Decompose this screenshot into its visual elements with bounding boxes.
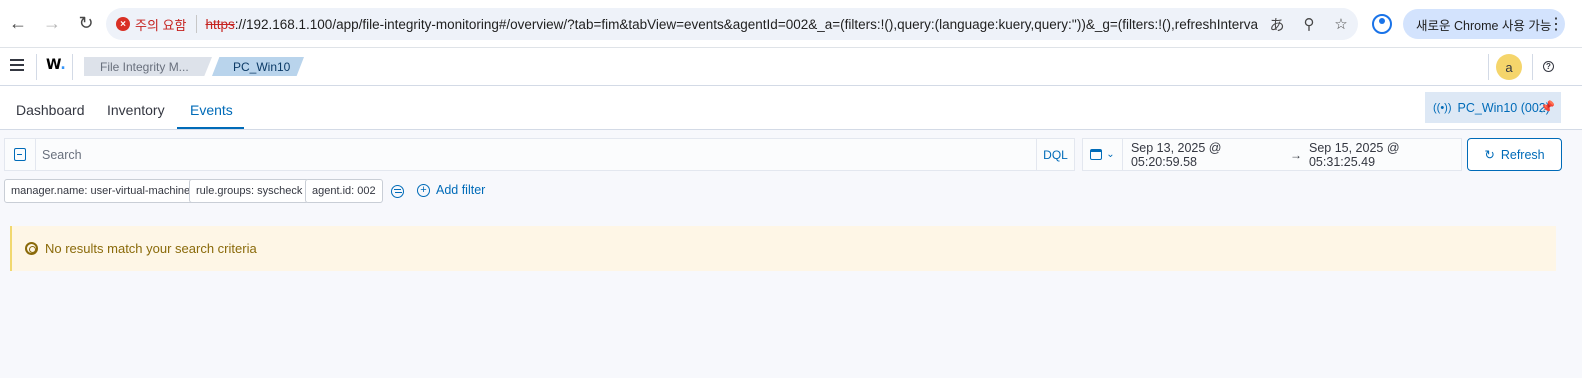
header-divider bbox=[36, 54, 37, 80]
filter-options-icon[interactable] bbox=[391, 185, 404, 198]
saved-query-button[interactable] bbox=[5, 139, 36, 170]
header-divider bbox=[1532, 54, 1533, 80]
agent-selector[interactable]: ((•)) PC_Win10 (002) 📌 bbox=[1425, 92, 1561, 123]
chrome-update-button[interactable]: 새로운 Chrome 사용 가능 bbox=[1403, 9, 1565, 39]
kebab-menu-icon[interactable]: ⋮ bbox=[1548, 9, 1564, 39]
security-label: 주의 요함 bbox=[135, 17, 187, 33]
add-filter-button[interactable]: + Add filter bbox=[417, 183, 485, 197]
pin-icon[interactable]: 📌 bbox=[1540, 100, 1555, 114]
help-icon[interactable]: ? bbox=[1543, 61, 1554, 72]
query-language-button[interactable]: DQL bbox=[1036, 139, 1074, 170]
breadcrumb-label: File Integrity M... bbox=[100, 59, 189, 74]
browser-toolbar: ← → ↻ × 주의 요함 https ://192.168.1.100/app… bbox=[0, 0, 1582, 48]
tabs-bar: Dashboard Inventory Events bbox=[0, 86, 1582, 130]
filter-pill-manager-name[interactable]: manager.name: user-virtual-machine bbox=[4, 179, 198, 203]
agent-signal-icon: ((•)) bbox=[1433, 101, 1452, 114]
app-header: W. File Integrity M... PC_Win10 a ? bbox=[0, 48, 1582, 86]
no-results-callout: No results match your search criteria bbox=[10, 226, 1556, 271]
url-text: ://192.168.1.100/app/file-integrity-moni… bbox=[234, 16, 1350, 32]
filter-pill-agent-id[interactable]: agent.id: 002 bbox=[305, 179, 383, 203]
add-filter-label: Add filter bbox=[436, 183, 486, 197]
end-date[interactable]: Sep 15, 2025 @ 05:31:25.49 bbox=[1309, 141, 1461, 169]
refresh-button[interactable]: ↻ Refresh bbox=[1467, 138, 1562, 171]
tab-inventory[interactable]: Inventory bbox=[107, 102, 165, 118]
reload-icon[interactable]: ↻ bbox=[70, 8, 102, 40]
star-icon[interactable]: ☆ bbox=[1332, 15, 1350, 33]
security-warning-chip[interactable]: × 주의 요함 bbox=[116, 15, 186, 34]
refresh-label: Refresh bbox=[1500, 147, 1545, 162]
header-divider bbox=[72, 54, 73, 80]
lifebuoy-icon bbox=[25, 242, 38, 255]
hamburger-menu-icon[interactable] bbox=[10, 59, 24, 71]
filter-pill-rule-groups[interactable]: rule.groups: syscheck bbox=[189, 179, 310, 203]
plus-circle-icon: + bbox=[417, 183, 430, 197]
forward-arrow-icon[interactable]: → bbox=[36, 8, 68, 40]
app-logo[interactable]: W. bbox=[46, 57, 66, 73]
breadcrumb-label: PC_Win10 bbox=[233, 59, 291, 74]
back-arrow-icon[interactable]: ← bbox=[2, 8, 34, 40]
saved-query-icon bbox=[14, 148, 26, 161]
tab-events[interactable]: Events bbox=[190, 102, 233, 118]
url-separator bbox=[196, 15, 198, 33]
agent-label: PC_Win10 (002) bbox=[1457, 100, 1550, 115]
no-results-message: No results match your search criteria bbox=[45, 241, 257, 256]
profile-icon[interactable] bbox=[1372, 14, 1392, 34]
address-bar[interactable]: × 주의 요함 https ://192.168.1.100/app/file-… bbox=[106, 8, 1358, 40]
tab-dashboard[interactable]: Dashboard bbox=[16, 102, 85, 118]
active-tab-indicator bbox=[177, 127, 244, 129]
search-input[interactable] bbox=[36, 139, 1036, 170]
refresh-icon: ↻ bbox=[1484, 148, 1495, 162]
translate-icon[interactable]: あ bbox=[1268, 15, 1286, 34]
header-divider bbox=[1488, 54, 1489, 80]
search-bar: DQL bbox=[4, 138, 1075, 171]
omnibox-actions: あ ⚲ ☆ bbox=[1258, 8, 1350, 40]
zoom-icon[interactable]: ⚲ bbox=[1300, 15, 1318, 33]
user-avatar[interactable]: a bbox=[1496, 54, 1522, 80]
breadcrumb-fim[interactable]: File Integrity M... bbox=[84, 57, 212, 76]
url-scheme: https bbox=[205, 16, 235, 32]
calendar-icon bbox=[1090, 149, 1103, 160]
chevron-down-icon: ⌄ bbox=[1106, 149, 1115, 160]
chrome-update-label: 새로운 Chrome 사용 가능 bbox=[1416, 18, 1552, 33]
warning-icon: × bbox=[116, 17, 130, 31]
date-range-arrow: → bbox=[1289, 147, 1302, 162]
breadcrumb-agent[interactable]: PC_Win10 bbox=[212, 57, 304, 76]
quick-date-menu-button[interactable]: ⌄ bbox=[1083, 139, 1123, 170]
start-date[interactable]: Sep 13, 2025 @ 05:20:59.58 bbox=[1131, 141, 1283, 169]
date-picker: ⌄ Sep 13, 2025 @ 05:20:59.58 → Sep 15, 2… bbox=[1082, 138, 1462, 171]
